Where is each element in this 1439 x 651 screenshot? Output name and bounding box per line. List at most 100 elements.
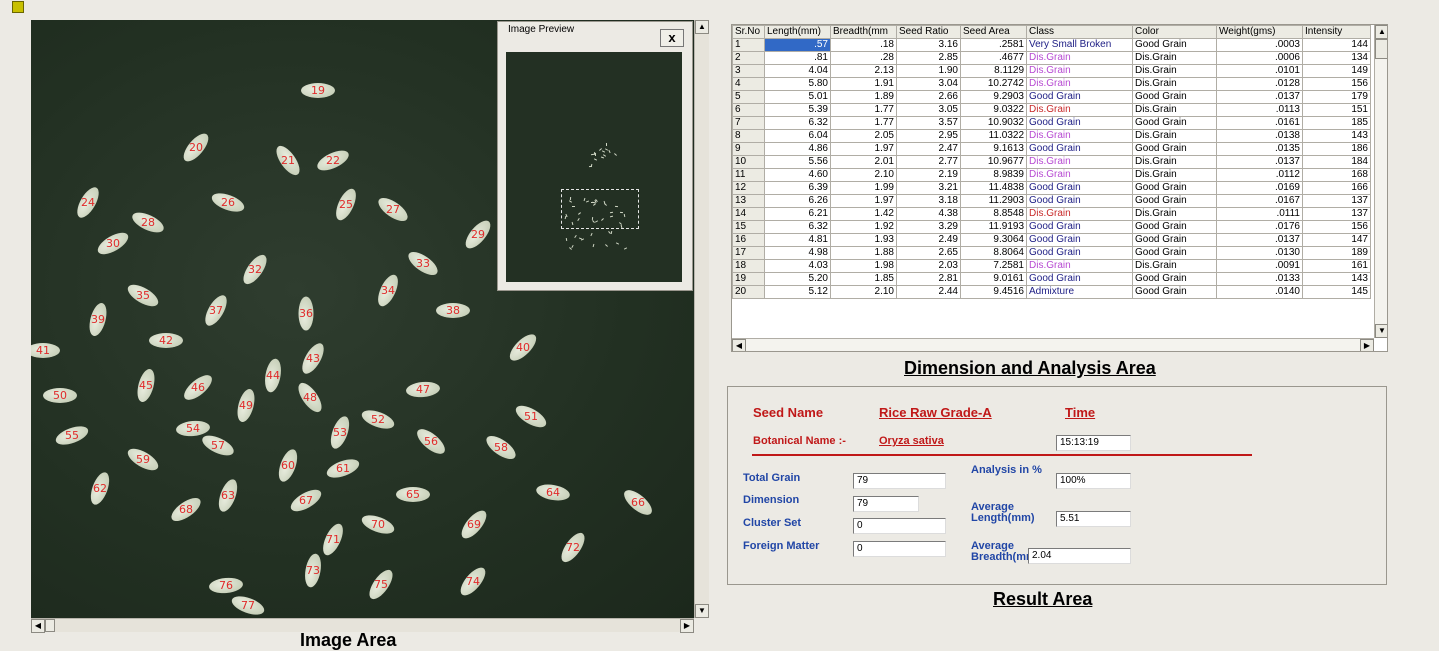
table-row[interactable]: 9 4.86 1.97 2.47 9.1613 Good Grain Good Grain.… bbox=[732, 142, 1371, 156]
scroll-down-button[interactable]: ▼ bbox=[695, 604, 709, 618]
table-row[interactable]: 16 4.81 1.93 2.49 9.3064 Good Grain Good Grain… bbox=[732, 233, 1371, 247]
table-cell[interactable]: 8.8064 bbox=[960, 246, 1027, 260]
table-cell[interactable]: 1.99 bbox=[830, 181, 897, 195]
table-cell[interactable]: 137 bbox=[1302, 194, 1371, 208]
table-cell[interactable]: 3.04 bbox=[896, 77, 961, 91]
table-row[interactable]: 18 4.03 1.98 2.03 7.2581 Dis.Grain Dis.Grain .0… bbox=[732, 259, 1371, 273]
table-cell[interactable]: 179 bbox=[1302, 90, 1371, 104]
table-cell[interactable]: 9.3064 bbox=[960, 233, 1027, 247]
table-cell[interactable]: 7.2581 bbox=[960, 259, 1027, 273]
table-cell[interactable]: Good Grain bbox=[1026, 116, 1133, 130]
scroll-up-button[interactable]: ▲ bbox=[1375, 25, 1387, 39]
table-cell[interactable]: 2.47 bbox=[896, 142, 961, 156]
table-cell[interactable]: 3 bbox=[732, 64, 765, 78]
table-cell[interactable]: Good Grain bbox=[1132, 285, 1217, 299]
table-cell[interactable]: 10 bbox=[732, 155, 765, 169]
table-cell[interactable]: 156 bbox=[1302, 77, 1371, 91]
table-cell[interactable]: 11 bbox=[732, 168, 765, 182]
table-cell[interactable]: 1.77 bbox=[830, 103, 897, 117]
table-row[interactable]: 6 5.39 1.77 3.05 9.0322 Dis.Grain Dis.Grain .01… bbox=[732, 103, 1371, 117]
table-cell[interactable]: Good Grain bbox=[1132, 90, 1217, 104]
table-cell[interactable]: 1.97 bbox=[830, 142, 897, 156]
scroll-right-button[interactable]: ▶ bbox=[680, 619, 694, 633]
table-cell[interactable]: 17 bbox=[732, 246, 765, 260]
total-grain-field[interactable]: 79 bbox=[853, 473, 946, 489]
table-cell[interactable]: 1.98 bbox=[830, 259, 897, 273]
scroll-left-button[interactable]: ◀ bbox=[31, 619, 45, 633]
table-cell[interactable]: .0137 bbox=[1216, 90, 1303, 104]
table-cell[interactable]: 2.01 bbox=[830, 155, 897, 169]
table-cell[interactable]: 1.92 bbox=[830, 220, 897, 234]
table-row[interactable]: 17 4.98 1.88 2.65 8.8064 Good Grain Good Grain… bbox=[732, 246, 1371, 260]
table-cell[interactable]: 1 bbox=[732, 38, 765, 52]
table-cell[interactable]: Good Grain bbox=[1026, 272, 1133, 286]
preview-thumbnail[interactable] bbox=[506, 52, 682, 282]
table-cell[interactable]: 1.93 bbox=[830, 233, 897, 247]
table-cell[interactable]: Good Grain bbox=[1132, 246, 1217, 260]
table-cell[interactable]: 9.0322 bbox=[960, 103, 1027, 117]
table-cell[interactable]: 143 bbox=[1302, 129, 1371, 143]
table-cell[interactable]: 9.4516 bbox=[960, 285, 1027, 299]
table-cell[interactable]: 10.9677 bbox=[960, 155, 1027, 169]
column-header[interactable]: Sr.No bbox=[732, 25, 765, 39]
table-cell[interactable]: 6.26 bbox=[764, 194, 831, 208]
table-cell[interactable]: 7 bbox=[732, 116, 765, 130]
table-cell[interactable]: 2.95 bbox=[896, 129, 961, 143]
table-cell[interactable]: .0137 bbox=[1216, 155, 1303, 169]
table-cell[interactable]: 2.10 bbox=[830, 168, 897, 182]
table-cell[interactable]: Dis.Grain bbox=[1132, 77, 1217, 91]
table-cell[interactable]: 18 bbox=[732, 259, 765, 273]
table-cell[interactable]: 144 bbox=[1302, 38, 1371, 52]
table-cell[interactable]: 2.19 bbox=[896, 168, 961, 182]
table-cell[interactable]: 11.4838 bbox=[960, 181, 1027, 195]
table-cell[interactable]: .0003 bbox=[1216, 38, 1303, 52]
table-cell[interactable]: 2.13 bbox=[830, 64, 897, 78]
table-cell[interactable]: 3.29 bbox=[896, 220, 961, 234]
table-cell[interactable]: .2581 bbox=[960, 38, 1027, 52]
table-cell[interactable]: 2.10 bbox=[830, 285, 897, 299]
grid-horizontal-scrollbar[interactable]: ◀ ▶ bbox=[732, 338, 1374, 351]
table-cell[interactable]: 19 bbox=[732, 272, 765, 286]
table-cell[interactable]: .0169 bbox=[1216, 181, 1303, 195]
table-cell[interactable]: 143 bbox=[1302, 272, 1371, 286]
table-cell[interactable]: Good Grain bbox=[1026, 142, 1133, 156]
foreign-matter-field[interactable]: 0 bbox=[853, 541, 946, 557]
table-row[interactable]: 4 5.80 1.91 3.04 10.2742 Dis.Grain Dis.Grain .0… bbox=[732, 77, 1371, 91]
column-header[interactable]: Breadth(mm bbox=[830, 25, 897, 39]
table-cell[interactable]: 16 bbox=[732, 233, 765, 247]
table-cell[interactable]: 1.91 bbox=[830, 77, 897, 91]
table-cell[interactable]: 185 bbox=[1302, 116, 1371, 130]
table-cell[interactable]: Dis.Grain bbox=[1132, 259, 1217, 273]
table-cell[interactable]: Good Grain bbox=[1026, 220, 1133, 234]
table-cell[interactable]: 2.44 bbox=[896, 285, 961, 299]
table-cell[interactable]: Good Grain bbox=[1132, 194, 1217, 208]
table-cell[interactable]: 145 bbox=[1302, 285, 1371, 299]
cluster-set-field[interactable]: 0 bbox=[853, 518, 946, 534]
scroll-up-button[interactable]: ▲ bbox=[695, 20, 709, 34]
table-cell[interactable]: 5.39 bbox=[764, 103, 831, 117]
scroll-thumb[interactable] bbox=[45, 619, 55, 632]
table-cell[interactable]: 1.90 bbox=[896, 64, 961, 78]
table-cell[interactable]: .0167 bbox=[1216, 194, 1303, 208]
table-cell[interactable]: Good Grain bbox=[1026, 233, 1133, 247]
table-cell[interactable]: 10.9032 bbox=[960, 116, 1027, 130]
average-length-field[interactable]: 5.51 bbox=[1056, 511, 1131, 527]
column-header[interactable]: Weight(gms) bbox=[1216, 25, 1303, 39]
table-cell[interactable]: 3.16 bbox=[896, 38, 961, 52]
table-row[interactable]: 11 4.60 2.10 2.19 8.9839 Dis.Grain Dis.Grain .0… bbox=[732, 168, 1371, 182]
table-row[interactable]: 19 5.20 1.85 2.81 9.0161 Good Grain Good Grain… bbox=[732, 272, 1371, 286]
table-cell[interactable]: 10.2742 bbox=[960, 77, 1027, 91]
table-cell[interactable]: 2.77 bbox=[896, 155, 961, 169]
table-cell[interactable]: 1.97 bbox=[830, 194, 897, 208]
table-cell[interactable]: 1.85 bbox=[830, 272, 897, 286]
column-header[interactable]: Class bbox=[1026, 25, 1133, 39]
table-cell[interactable]: 1.77 bbox=[830, 116, 897, 130]
table-row[interactable]: 8 6.04 2.05 2.95 11.0322 Dis.Grain Dis.Grain .0… bbox=[732, 129, 1371, 143]
table-cell[interactable]: .0112 bbox=[1216, 168, 1303, 182]
table-row[interactable]: 1.57.18 3.16.2581 Very Small Broken Good Gr… bbox=[732, 38, 1371, 52]
table-cell[interactable]: 4.98 bbox=[764, 246, 831, 260]
average-breadth-field[interactable]: 2.04 bbox=[1028, 548, 1131, 564]
table-row[interactable]: 20 5.12 2.10 2.44 9.4516 Admixture Good Grain.… bbox=[732, 285, 1371, 299]
table-cell[interactable]: 149 bbox=[1302, 64, 1371, 78]
table-cell[interactable]: .28 bbox=[830, 51, 897, 65]
